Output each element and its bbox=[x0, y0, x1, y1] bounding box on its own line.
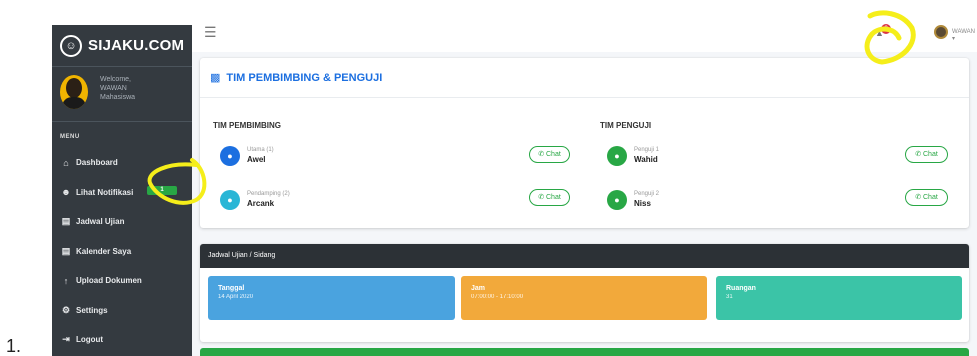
tim-card-header: ▩ TIM PEMBIMBING & PENGUJI bbox=[200, 58, 969, 98]
sidebar-item-notifikasi[interactable]: ☻ Lihat Notifikasi 1 bbox=[52, 178, 192, 208]
avatar[interactable] bbox=[60, 75, 88, 109]
user-check-icon: ● bbox=[607, 190, 627, 210]
tim-card-title: TIM PEMBIMBING & PENGUJI bbox=[226, 71, 383, 84]
menu-header: MENU bbox=[60, 134, 80, 140]
sidebar-item-label: Lihat Notifikasi bbox=[76, 187, 134, 197]
info-value: 31 bbox=[726, 294, 733, 300]
penguji-title: TIM PENGUJI bbox=[600, 121, 652, 130]
tim-card: ▩ TIM PEMBIMBING & PENGUJI TIM PEMBIMBIN… bbox=[200, 58, 969, 228]
sidebar-item-label: Kalender Saya bbox=[76, 246, 132, 256]
person-role: Pendamping (2) bbox=[247, 191, 290, 197]
info-box-ruangan: Ruangan 31 bbox=[716, 276, 962, 320]
chat-label: Chat bbox=[546, 194, 561, 201]
chat-button[interactable]: ✆ Chat bbox=[905, 189, 948, 206]
sidebar-item-upload[interactable]: ↑ Upload Dokumen bbox=[52, 266, 192, 296]
sidebar-item-jadwal-ujian[interactable]: ▤ Jadwal Ujian bbox=[52, 207, 192, 237]
person-name: Niss bbox=[634, 199, 651, 208]
sidebar-item-dashboard[interactable]: ⌂ Dashboard bbox=[52, 148, 192, 178]
sidebar-item-settings[interactable]: ⚙ Settings bbox=[52, 296, 192, 326]
info-label: Ruangan bbox=[726, 285, 756, 292]
pembimbing-2: ● Pendamping (2) Arcank bbox=[220, 190, 560, 218]
person-name: Wahid bbox=[634, 155, 658, 164]
info-box-tanggal: Tanggal 14 April 2020 bbox=[208, 276, 455, 320]
notification-count-badge: 2 bbox=[881, 24, 891, 34]
chat-label: Chat bbox=[923, 194, 938, 201]
sidebar-item-label: Dashboard bbox=[76, 158, 118, 168]
chat-label: Chat bbox=[546, 151, 561, 158]
sidebar: ☺ SIJAKU.COM Welcome, WAWAN Mahasiswa ME… bbox=[52, 25, 192, 356]
screenshot-stage: 1. ☺ SIJAKU.COM Welcome, WAWAN Mahasiswa… bbox=[0, 0, 977, 356]
sidebar-item-logout[interactable]: ⇥ Logout bbox=[52, 325, 192, 355]
brand-name: SIJAKU.COM bbox=[88, 37, 185, 54]
user-icon: ● bbox=[220, 190, 240, 210]
users-icon: ☻ bbox=[61, 187, 71, 198]
info-box-jam: Jam 07:00:00 - 17:10:00 bbox=[461, 276, 707, 320]
topbar: ☰ ▲ 2 WAWAN ▾ bbox=[192, 12, 977, 52]
user-icon: ● bbox=[220, 146, 240, 166]
sidebar-item-label: Upload Dokumen bbox=[76, 276, 142, 286]
person-role: Utama (1) bbox=[247, 147, 274, 153]
person-role: Penguji 2 bbox=[634, 191, 660, 197]
welcome-role: Mahasiswa bbox=[100, 94, 136, 101]
gear-icon: ⚙ bbox=[61, 304, 71, 315]
upload-icon: ↑ bbox=[63, 275, 69, 286]
brand[interactable]: ☺ SIJAKU.COM bbox=[52, 25, 192, 67]
hamburger-menu-icon[interactable]: ☰ bbox=[204, 24, 217, 41]
home-icon: ⌂ bbox=[63, 157, 69, 168]
logout-icon: ⇥ bbox=[62, 334, 70, 345]
team-icon: ▩ bbox=[210, 72, 221, 84]
sidebar-item-label: Settings bbox=[76, 305, 108, 315]
user-avatar[interactable] bbox=[934, 25, 948, 39]
welcome-username: WAWAN bbox=[100, 85, 127, 92]
jadwal-header: Jadwal Ujian / Sidang bbox=[200, 244, 969, 268]
chat-label: Chat bbox=[923, 151, 938, 158]
info-value: 14 April 2020 bbox=[218, 294, 254, 300]
chat-button[interactable]: ✆ Chat bbox=[529, 146, 570, 163]
info-label: Jam bbox=[471, 285, 486, 292]
notification-badge: 1 bbox=[147, 185, 177, 195]
pembimbing-title: TIM PEMBIMBING bbox=[213, 121, 281, 130]
person-name: Arcank bbox=[247, 199, 275, 208]
user-panel: Welcome, WAWAN Mahasiswa bbox=[52, 67, 192, 122]
chat-button[interactable]: ✆ Chat bbox=[905, 146, 948, 163]
sidebar-item-kalender[interactable]: ▤ Kalender Saya bbox=[52, 237, 192, 267]
penguji-1: ● Penguji 1 Wahid bbox=[607, 146, 907, 174]
person-role: Penguji 1 bbox=[634, 147, 660, 153]
chat-button[interactable]: ✆ Chat bbox=[529, 189, 570, 206]
person-name: Awel bbox=[247, 155, 266, 164]
penguji-2: ● Penguji 2 Niss bbox=[607, 190, 907, 218]
info-value: 07:00:00 - 17:10:00 bbox=[471, 294, 524, 300]
welcome-text: Welcome, WAWAN Mahasiswa bbox=[100, 75, 135, 102]
user-check-icon: ● bbox=[607, 146, 627, 166]
sidebar-item-label: Jadwal Ujian bbox=[76, 217, 125, 227]
user-dropdown[interactable]: WAWAN ▾ bbox=[952, 29, 977, 42]
calendar-icon: ▤ bbox=[61, 245, 71, 256]
user-name: WAWAN bbox=[952, 29, 975, 35]
welcome-line: Welcome, bbox=[100, 76, 131, 83]
calendar-icon: ▤ bbox=[61, 216, 71, 227]
jadwal-card: Jadwal Ujian / Sidang Tanggal 14 April 2… bbox=[200, 244, 969, 342]
next-card-header bbox=[200, 348, 969, 356]
info-label: Tanggal bbox=[218, 285, 245, 292]
pembimbing-1: ● Utama (1) Awel bbox=[220, 146, 560, 174]
paw-logo-icon: ☺ bbox=[60, 34, 82, 57]
list-number: 1. bbox=[6, 336, 22, 356]
sidebar-item-label: Logout bbox=[76, 335, 104, 345]
